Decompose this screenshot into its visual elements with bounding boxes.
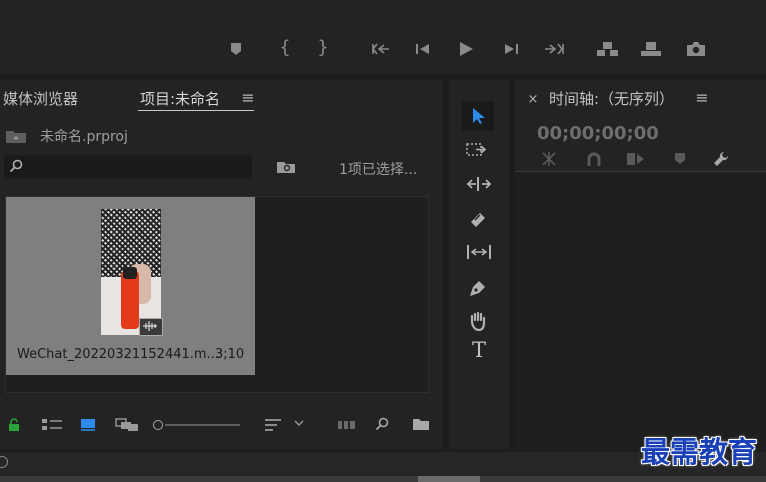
nest-sequences-icon[interactable] bbox=[541, 151, 559, 167]
new-search-bin-icon[interactable] bbox=[276, 160, 296, 174]
audio-video-badge-icon bbox=[139, 318, 163, 336]
watermark-text: 最需教育 bbox=[641, 435, 758, 469]
sort-icons-icon[interactable] bbox=[264, 418, 284, 432]
timeline-menu-icon[interactable]: ≡ bbox=[695, 90, 709, 106]
go-to-in-icon[interactable] bbox=[371, 42, 391, 56]
wrench-icon[interactable] bbox=[713, 150, 733, 168]
snap-icon[interactable] bbox=[586, 151, 604, 167]
timeline-track-area bbox=[515, 172, 766, 449]
find-icon[interactable] bbox=[375, 417, 391, 431]
zoom-slider[interactable] bbox=[153, 419, 241, 431]
tab-media-browser[interactable]: 媒体浏览器 bbox=[3, 88, 78, 109]
panel-menu-icon[interactable]: ≡ bbox=[241, 90, 255, 106]
timecode-display[interactable]: 00;00;00;00 bbox=[537, 123, 659, 144]
linked-selection-icon[interactable] bbox=[626, 151, 648, 167]
step-forward-icon[interactable] bbox=[503, 42, 519, 56]
clip-duration: 3;10 bbox=[215, 347, 245, 362]
marker-icon[interactable] bbox=[229, 42, 245, 56]
bin-content-area: WeChat_20220321152441.m... 3;10 bbox=[5, 196, 429, 393]
automate-to-sequence-icon[interactable] bbox=[337, 419, 357, 431]
zoom-slider-track bbox=[165, 424, 240, 426]
list-view-icon[interactable] bbox=[41, 418, 63, 432]
chevron-down-icon[interactable] bbox=[294, 418, 306, 428]
add-marker-icon[interactable] bbox=[674, 152, 688, 165]
slip-tool-icon[interactable] bbox=[466, 244, 492, 260]
tab-project[interactable]: 项目:未命名 bbox=[140, 88, 220, 109]
project-panel: 媒体浏览器 项目:未命名 ≡ 未命名.prproj 1项已选择... WeCha… bbox=[0, 80, 443, 449]
clip-name: WeChat_20220321152441.m... bbox=[17, 347, 219, 362]
arrow-cursor-icon bbox=[473, 108, 485, 124]
zoom-slider-handle[interactable] bbox=[153, 420, 163, 430]
step-back-icon[interactable] bbox=[415, 42, 431, 56]
go-to-out-icon[interactable] bbox=[543, 42, 565, 56]
razor-tool-icon[interactable] bbox=[468, 210, 490, 228]
close-icon[interactable]: × bbox=[527, 92, 539, 108]
icon-view-icon[interactable] bbox=[80, 418, 98, 432]
lock-icon[interactable] bbox=[8, 418, 22, 432]
clip-thumbnail-item[interactable]: WeChat_20220321152441.m... 3;10 bbox=[6, 197, 255, 375]
search-input[interactable] bbox=[28, 157, 250, 177]
project-file-name: 未命名.prproj bbox=[40, 129, 128, 145]
tools-panel: T bbox=[449, 80, 509, 449]
clip-thumbnail-image bbox=[101, 209, 161, 335]
selection-count: 1项已选择... bbox=[339, 162, 418, 178]
search-box[interactable] bbox=[4, 155, 252, 179]
freeform-view-icon[interactable] bbox=[115, 418, 139, 432]
timeline-panel: × 时间轴:（无序列） ≡ 00;00;00;00 bbox=[515, 80, 766, 449]
track-select-tool-icon[interactable] bbox=[466, 142, 490, 158]
overwrite-icon[interactable] bbox=[640, 41, 662, 57]
pen-tool-icon[interactable] bbox=[468, 278, 490, 298]
selection-tool[interactable] bbox=[462, 101, 494, 131]
play-icon[interactable] bbox=[458, 41, 476, 57]
mark-in-icon[interactable]: { bbox=[278, 39, 292, 57]
mark-out-icon[interactable]: } bbox=[316, 39, 330, 57]
tab-active-underline bbox=[138, 110, 254, 111]
red-bottle bbox=[121, 271, 139, 329]
horizontal-scrollbar-track[interactable] bbox=[0, 476, 766, 482]
type-tool-icon[interactable]: T bbox=[468, 340, 490, 361]
export-frame-icon[interactable] bbox=[686, 41, 706, 57]
insert-icon[interactable] bbox=[596, 41, 620, 57]
folder-up-icon[interactable] bbox=[5, 128, 27, 144]
horizontal-scrollbar-thumb[interactable] bbox=[418, 476, 480, 482]
hand-tool-icon[interactable] bbox=[468, 311, 490, 331]
new-bin-icon[interactable] bbox=[412, 418, 430, 431]
bottle-cap bbox=[123, 267, 137, 279]
search-icon bbox=[9, 159, 25, 173]
program-monitor-panel: { } bbox=[0, 0, 766, 73]
status-circle-icon[interactable] bbox=[0, 456, 8, 468]
ripple-edit-tool-icon[interactable] bbox=[466, 176, 492, 192]
timeline-title[interactable]: 时间轴:（无序列） bbox=[549, 88, 674, 109]
